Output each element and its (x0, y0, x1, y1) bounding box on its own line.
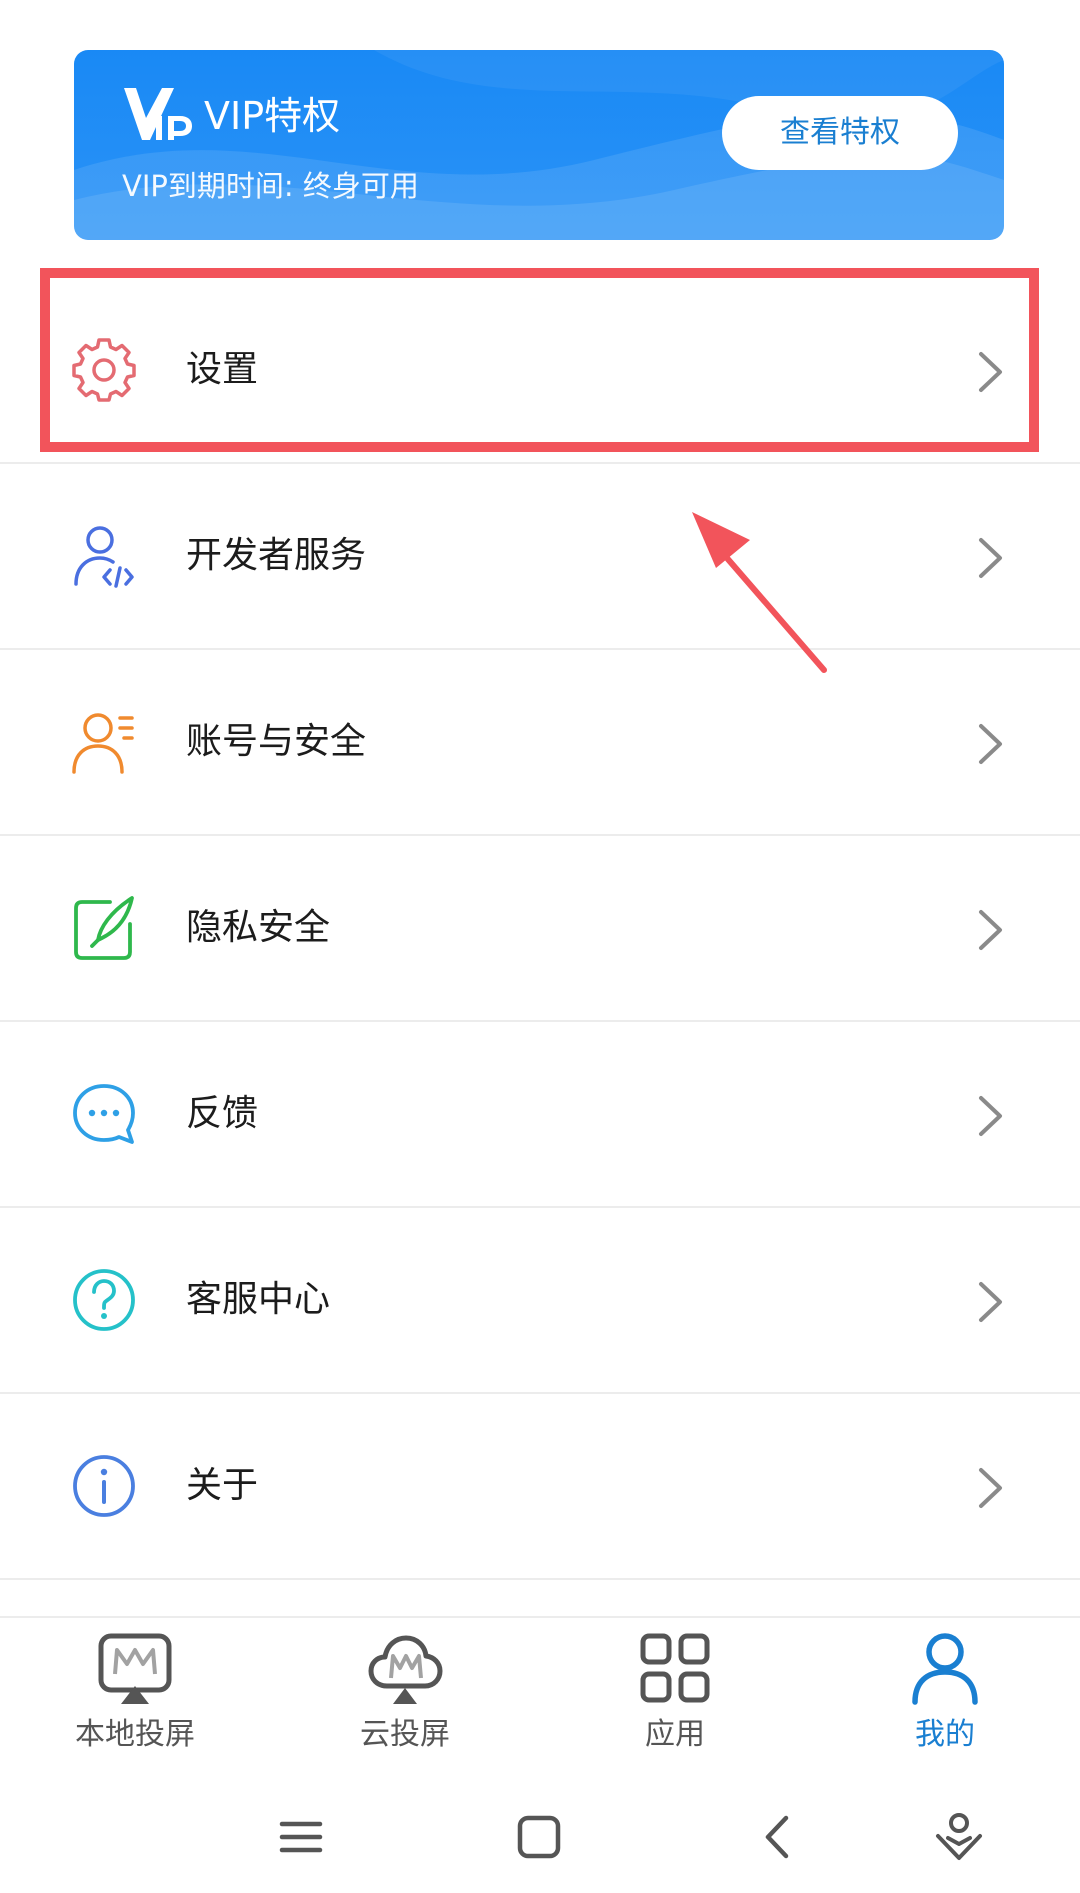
profile-icon (912, 1633, 978, 1705)
menu-item-label: 开发者服务 (186, 535, 367, 576)
menu-item-about[interactable]: 关于 (0, 1394, 1080, 1580)
chevron-right-icon (979, 538, 1002, 578)
chevron-right-icon (979, 1096, 1002, 1136)
gear-icon (72, 338, 136, 402)
assistant-icon[interactable] (930, 1808, 988, 1866)
back-icon[interactable] (750, 1808, 808, 1866)
menu-item-settings[interactable]: 设置 (0, 278, 1080, 464)
chevron-right-icon (979, 1282, 1002, 1322)
vip-title: VIP特权 (204, 94, 341, 138)
home-icon[interactable] (510, 1808, 568, 1866)
chevron-right-icon (979, 1468, 1002, 1508)
menu-item-customer-service[interactable]: 客服中心 (0, 1208, 1080, 1394)
privacy-icon (74, 896, 134, 960)
tab-cloud-cast[interactable]: 云投屏 (270, 1618, 540, 1782)
developer-icon (74, 526, 134, 588)
settings-menu-list: 设置 开发者服务 账号与安全 隐私安全 反馈 客服中心 关于 (0, 278, 1080, 1580)
menu-item-label: 反馈 (186, 1093, 259, 1134)
system-nav-bar (0, 1780, 1080, 1893)
tab-label: 应用 (645, 1717, 705, 1752)
my-page: VIP特权 VIP到期时间: 终身可用 查看特权 设置 开发者服务 账号与安全 … (0, 0, 1080, 1893)
menu-item-feedback[interactable]: 反馈 (0, 1022, 1080, 1208)
tab-label: 本地投屏 (75, 1717, 195, 1752)
vip-banner[interactable]: VIP特权 VIP到期时间: 终身可用 查看特权 (74, 50, 1004, 240)
account-icon (72, 713, 134, 774)
tab-label: 云投屏 (360, 1717, 450, 1752)
menu-item-label: 客服中心 (186, 1279, 331, 1320)
info-icon (73, 1455, 135, 1517)
annotation-arrow-icon (692, 512, 827, 673)
chevron-right-icon (979, 724, 1002, 764)
menu-item-label: 账号与安全 (186, 721, 367, 762)
help-icon (73, 1269, 135, 1331)
tab-mine[interactable]: 我的 (810, 1618, 1080, 1782)
menu-item-developer-services[interactable]: 开发者服务 (0, 464, 1080, 650)
apps-grid-icon (640, 1633, 710, 1703)
vip-expiry-text: VIP到期时间: 终身可用 (122, 169, 419, 203)
menu-item-label: 设置 (186, 349, 259, 390)
menu-item-label: 关于 (186, 1465, 259, 1506)
local-cast-icon (98, 1633, 172, 1704)
view-privileges-button[interactable]: 查看特权 (722, 96, 958, 170)
tab-label: 我的 (915, 1717, 975, 1752)
menu-item-privacy-security[interactable]: 隐私安全 (0, 836, 1080, 1022)
feedback-icon (73, 1084, 135, 1144)
chevron-right-icon (979, 910, 1002, 950)
tab-apps[interactable]: 应用 (540, 1618, 810, 1782)
menu-item-account-security[interactable]: 账号与安全 (0, 650, 1080, 836)
menu-item-label: 隐私安全 (186, 907, 331, 948)
cloud-cast-icon (368, 1635, 443, 1704)
vip-logo-icon (124, 88, 192, 140)
menu-icon[interactable] (272, 1808, 330, 1866)
chevron-right-icon (979, 352, 1002, 392)
bottom-nav: 本地投屏 云投屏 应用 我的 (0, 1616, 1080, 1782)
tab-local-cast[interactable]: 本地投屏 (0, 1618, 270, 1782)
